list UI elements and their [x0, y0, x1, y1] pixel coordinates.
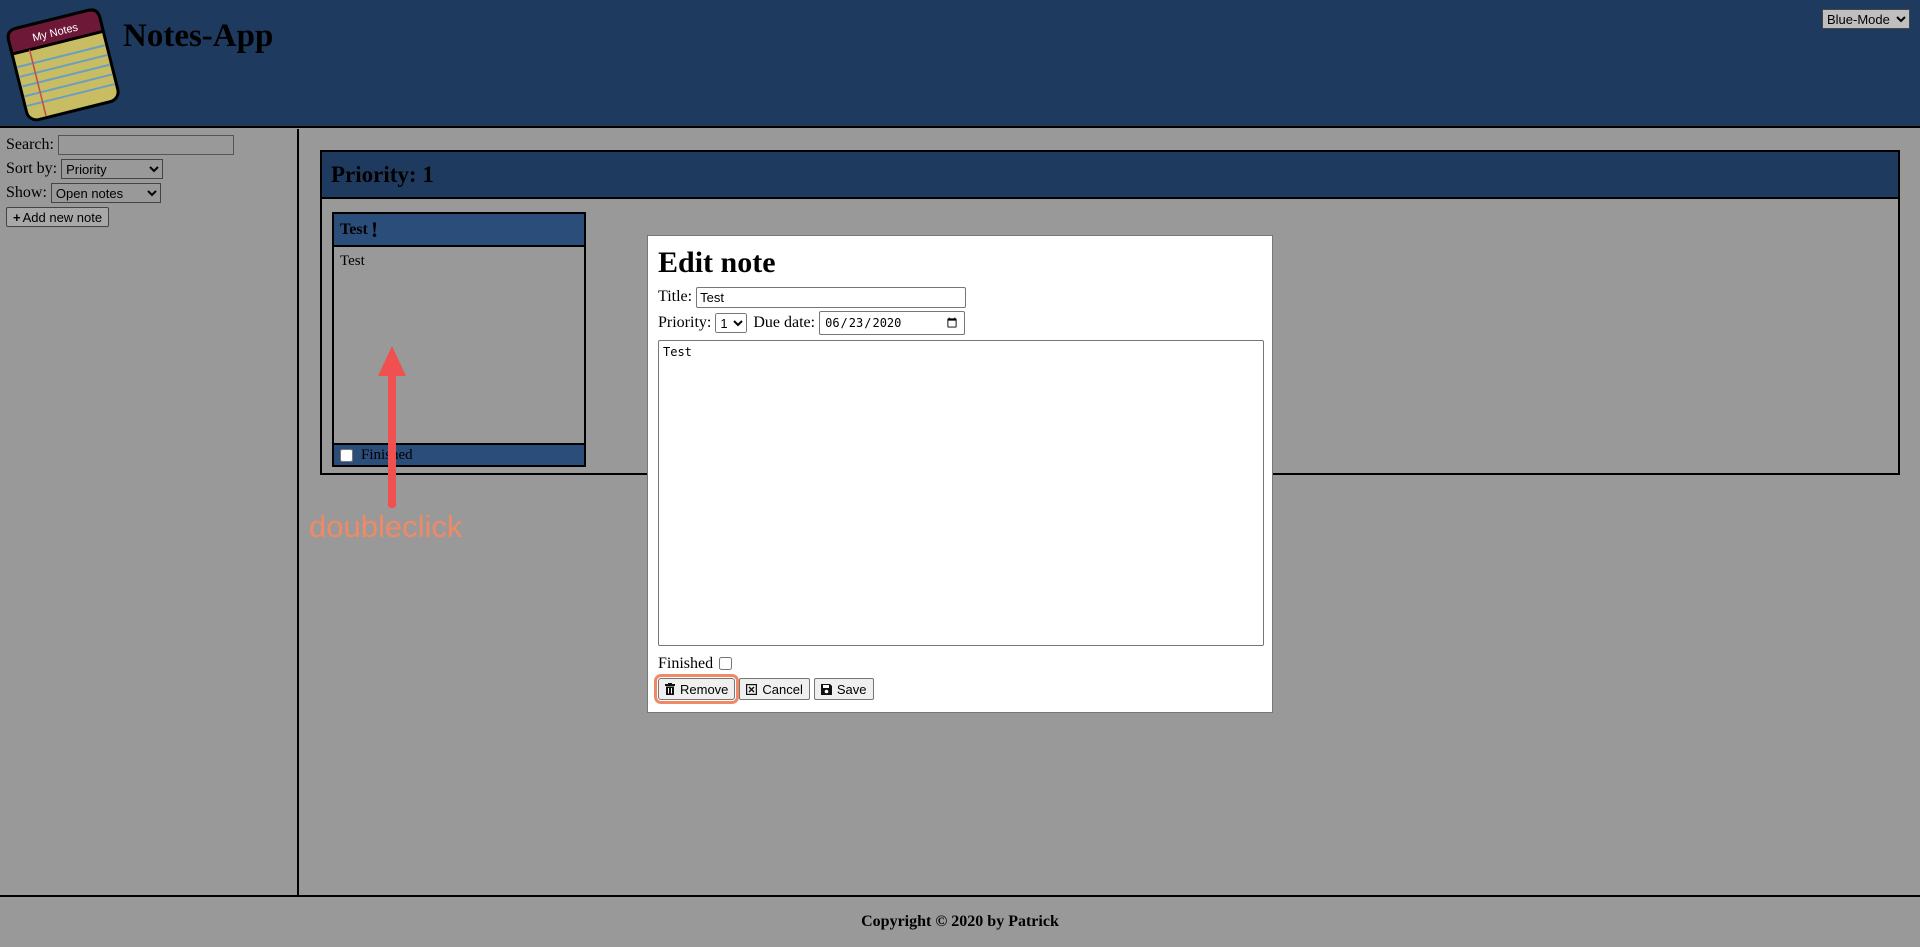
remove-button[interactable]: Remove — [653, 674, 740, 704]
priority-date-row: Priority: 1 Due date: — [658, 310, 1262, 336]
finished-label: Finished — [658, 655, 714, 672]
app-header: My Notes Notes-App Blue-Mode — [0, 0, 1920, 128]
note-card-header: Test ! — [334, 214, 584, 247]
plus-icon: + — [13, 209, 21, 225]
add-note-button[interactable]: + Add new note — [6, 207, 110, 227]
save-button[interactable]: Save — [813, 678, 874, 700]
note-card[interactable]: Test ! Test Finished — [332, 212, 586, 467]
note-card-title: Test — [340, 220, 368, 238]
priority-select[interactable]: 1 — [715, 313, 748, 333]
annotation-label: doubleclick — [309, 509, 463, 544]
priority-label: Priority: — [658, 314, 712, 331]
annotation-arrow-icon — [378, 346, 406, 508]
close-box-icon — [746, 683, 758, 695]
copyright-text: Copyright © 2020 by Patrick — [861, 913, 1059, 930]
sort-select[interactable]: Priority — [61, 159, 164, 179]
show-row: Show: Open notes — [6, 181, 291, 205]
title-row: Title: — [658, 284, 1262, 310]
notes-logo: My Notes — [4, 4, 122, 124]
cancel-button[interactable]: Cancel — [739, 678, 810, 700]
title-label: Title: — [658, 288, 693, 305]
note-card-body: Test — [340, 253, 365, 269]
sort-row: Sort by: Priority — [6, 157, 291, 181]
cancel-label: Cancel — [762, 681, 803, 697]
finished-checkbox[interactable] — [719, 656, 733, 670]
note-card-footer: Finished — [334, 443, 584, 465]
due-date-input[interactable] — [819, 311, 966, 335]
sort-label: Sort by: — [6, 160, 58, 177]
remove-label: Remove — [680, 681, 729, 697]
edit-note-dialog: Edit note Title: Priority: 1 Due date: T… — [647, 235, 1273, 713]
show-label: Show: — [6, 184, 47, 201]
show-filter-select[interactable]: Open notes — [50, 183, 161, 203]
search-row: Search: — [6, 133, 291, 157]
add-note-label: Add new note — [22, 209, 103, 225]
color-mode-select[interactable]: Blue-Mode — [1822, 9, 1910, 29]
dialog-title: Edit note — [658, 246, 776, 279]
save-label: Save — [836, 681, 867, 697]
priority-group-title: Priority: 1 — [322, 152, 1898, 199]
search-input[interactable] — [57, 135, 234, 155]
search-label: Search: — [6, 136, 54, 153]
dialog-actions: Remove Cancel Save — [653, 674, 1262, 704]
app-title: Notes-App — [123, 18, 274, 54]
sidebar: Search: Sort by: Priority Show: Open not… — [0, 129, 299, 895]
trash-icon — [665, 683, 675, 695]
finished-row: Finished — [658, 654, 1262, 674]
page-footer: Copyright © 2020 by Patrick — [0, 895, 1920, 947]
note-body-textarea[interactable]: Test — [658, 340, 1264, 646]
title-input[interactable] — [696, 286, 967, 308]
note-card-finished-checkbox[interactable] — [340, 448, 353, 462]
priority-exclamation-icon: ! — [370, 216, 379, 242]
due-date-label: Due date: — [753, 314, 816, 331]
floppy-disk-icon — [820, 683, 832, 695]
